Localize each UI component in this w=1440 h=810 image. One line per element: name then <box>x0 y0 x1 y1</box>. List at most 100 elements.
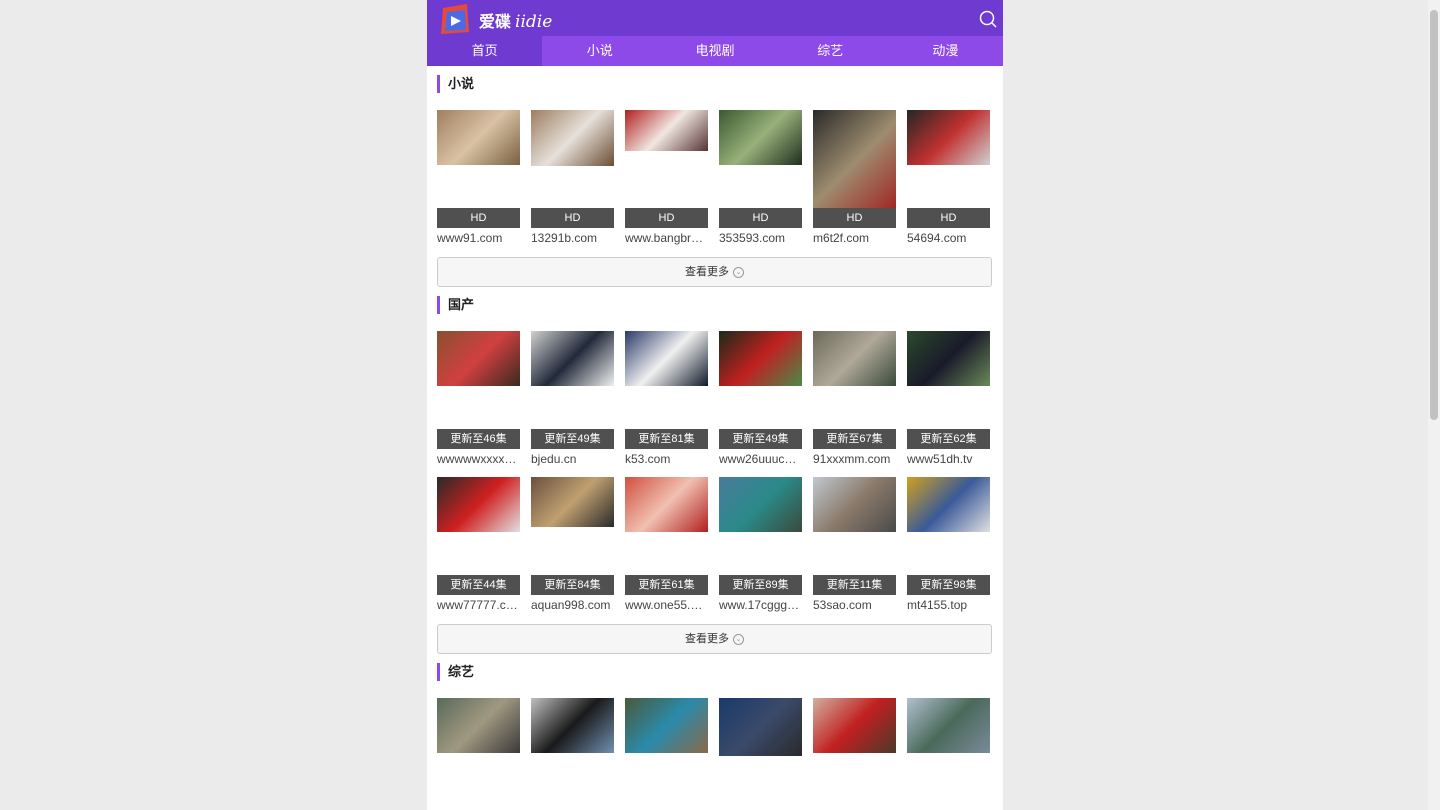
chevron-down-icon: ⌄ <box>733 266 744 278</box>
thumbnail[interactable]: 更新至46集 <box>437 331 520 449</box>
video-card[interactable]: 更新至49集 bjedu.cn <box>531 331 614 466</box>
thumbnail[interactable]: HD <box>437 110 520 228</box>
thumbnail-image <box>719 331 802 386</box>
thumbnail-image <box>437 477 520 532</box>
brand-name: 爱碟 iidie <box>479 12 553 32</box>
see-more-button[interactable]: 查看更多 ⌄ <box>437 624 992 654</box>
video-card[interactable] <box>907 698 990 810</box>
video-card[interactable]: 更新至98集 mt4155.top <box>907 477 990 612</box>
status-badge: HD <box>625 208 708 228</box>
video-card[interactable]: 更新至67集 91xxxmm.com <box>813 331 896 466</box>
thumbnail-image <box>813 331 896 386</box>
video-card[interactable]: HD www91.com <box>437 110 520 245</box>
thumbnail[interactable]: 更新至62集 <box>907 331 990 449</box>
card-caption[interactable]: 13291b.com <box>531 231 614 245</box>
video-card[interactable]: HD 13291b.com <box>531 110 614 245</box>
thumbnail[interactable]: 更新至11集 <box>813 477 896 595</box>
video-card[interactable]: HD 353593.com <box>719 110 802 245</box>
video-card[interactable]: HD m6t2f.com <box>813 110 896 245</box>
card-caption[interactable]: www51dh.tv <box>907 452 990 466</box>
status-badge: 更新至98集 <box>907 575 990 595</box>
thumbnail-image <box>531 698 614 753</box>
thumbnail-image <box>625 477 708 532</box>
thumbnail[interactable] <box>437 698 520 810</box>
status-badge: HD <box>437 208 520 228</box>
thumbnail-image <box>625 110 708 151</box>
card-caption[interactable]: aquan998.com <box>531 598 614 612</box>
thumbnail[interactable]: 更新至49集 <box>719 331 802 449</box>
thumbnail[interactable]: HD <box>813 110 896 228</box>
section: 国产 更新至46集 wwwwwxxxx… 更新至49集 bjedu.cn 更新至81集 k5… <box>427 296 1003 654</box>
status-badge: 更新至62集 <box>907 429 990 449</box>
video-card[interactable] <box>531 698 614 810</box>
card-caption[interactable]: 54694.com <box>907 231 990 245</box>
status-badge: 更新至89集 <box>719 575 802 595</box>
thumbnail[interactable]: 更新至61集 <box>625 477 708 595</box>
card-caption[interactable]: www.bangbr… <box>625 231 708 245</box>
video-card[interactable] <box>625 698 708 810</box>
thumbnail[interactable]: 更新至89集 <box>719 477 802 595</box>
status-badge: HD <box>813 208 896 228</box>
nav-item-home[interactable]: 首页 <box>427 36 543 66</box>
status-badge: 更新至44集 <box>437 575 520 595</box>
video-card[interactable]: HD 54694.com <box>907 110 990 245</box>
card-caption[interactable]: m6t2f.com <box>813 231 896 245</box>
status-badge: 更新至67集 <box>813 429 896 449</box>
nav-item-variety[interactable]: 综艺 <box>773 36 888 66</box>
thumbnail[interactable]: 更新至81集 <box>625 331 708 449</box>
thumbnail[interactable]: 更新至44集 <box>437 477 520 595</box>
card-caption[interactable]: 53sao.com <box>813 598 896 612</box>
video-card[interactable]: 更新至44集 www77777.c… <box>437 477 520 612</box>
thumbnail-image <box>907 110 990 165</box>
card-caption[interactable]: 353593.com <box>719 231 802 245</box>
nav-item-anime[interactable]: 动漫 <box>888 36 1003 66</box>
card-caption[interactable]: mt4155.top <box>907 598 990 612</box>
card-caption[interactable]: www.one55.… <box>625 598 708 612</box>
thumbnail[interactable] <box>625 698 708 810</box>
card-caption[interactable]: bjedu.cn <box>531 452 614 466</box>
thumbnail[interactable]: 更新至67集 <box>813 331 896 449</box>
search-icon[interactable] <box>979 10 997 28</box>
video-card[interactable] <box>437 698 520 810</box>
thumbnail[interactable]: HD <box>907 110 990 228</box>
thumbnail[interactable]: 更新至98集 <box>907 477 990 595</box>
video-card[interactable]: 更新至62集 www51dh.tv <box>907 331 990 466</box>
thumbnail-image <box>813 110 896 215</box>
thumbnail-image <box>531 110 614 166</box>
card-caption[interactable]: wwwwwxxxx… <box>437 452 520 466</box>
thumbnail[interactable] <box>719 698 802 810</box>
logo-icon[interactable] <box>437 2 473 36</box>
section-title: 小说 <box>437 75 992 93</box>
card-caption[interactable]: www26uuuc… <box>719 452 802 466</box>
card-caption[interactable]: www91.com <box>437 231 520 245</box>
thumbnail[interactable]: 更新至84集 <box>531 477 614 595</box>
thumbnail[interactable]: HD <box>625 110 708 228</box>
video-card[interactable]: 更新至61集 www.one55.… <box>625 477 708 612</box>
see-more-button[interactable]: 查看更多 ⌄ <box>437 257 992 287</box>
section: 综艺 <box>427 663 1003 810</box>
thumbnail[interactable] <box>531 698 614 810</box>
video-card[interactable]: 更新至84集 aquan998.com <box>531 477 614 612</box>
header: 爱碟 iidie <box>427 0 1003 36</box>
video-card[interactable] <box>813 698 896 810</box>
video-card[interactable]: 更新至11集 53sao.com <box>813 477 896 612</box>
thumbnail[interactable]: HD <box>719 110 802 228</box>
thumbnail[interactable]: HD <box>531 110 614 228</box>
card-caption[interactable]: 91xxxmm.com <box>813 452 896 466</box>
card-grid <box>437 698 992 810</box>
nav-item-tv[interactable]: 电视剧 <box>657 36 772 66</box>
card-caption[interactable]: www77777.c… <box>437 598 520 612</box>
card-caption[interactable]: k53.com <box>625 452 708 466</box>
thumbnail-image <box>719 477 802 532</box>
video-card[interactable] <box>719 698 802 810</box>
nav-item-novel[interactable]: 小说 <box>542 36 657 66</box>
video-card[interactable]: 更新至49集 www26uuuc… <box>719 331 802 466</box>
card-caption[interactable]: www.17cggg… <box>719 598 802 612</box>
video-card[interactable]: 更新至81集 k53.com <box>625 331 708 466</box>
thumbnail[interactable] <box>813 698 896 810</box>
video-card[interactable]: 更新至89集 www.17cggg… <box>719 477 802 612</box>
thumbnail[interactable]: 更新至49集 <box>531 331 614 449</box>
thumbnail[interactable] <box>907 698 990 810</box>
video-card[interactable]: 更新至46集 wwwwwxxxx… <box>437 331 520 466</box>
video-card[interactable]: HD www.bangbr… <box>625 110 708 245</box>
